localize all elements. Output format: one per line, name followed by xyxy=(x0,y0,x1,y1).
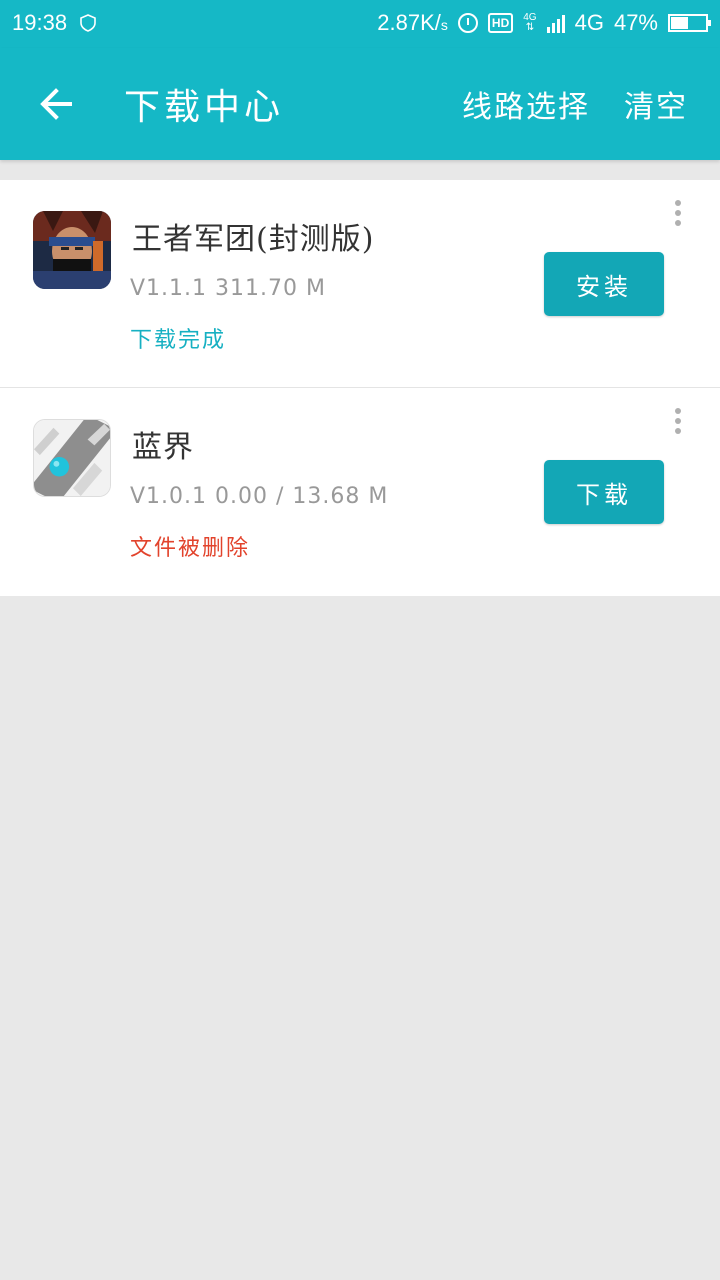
app-bar: 下载中心 线路选择 清空 xyxy=(0,48,720,160)
more-options-icon[interactable] xyxy=(670,200,686,232)
status-time: 19:38 xyxy=(12,10,68,35)
shield-icon xyxy=(80,14,96,32)
status-bar: 19:38 2.87K/s HD 4G ⇅ 4G 47% xyxy=(0,0,720,48)
install-button[interactable]: 安装 xyxy=(544,252,664,316)
download-button[interactable]: 下载 xyxy=(544,460,664,524)
version-size: V1.0.1 0.00 / 13.68 M xyxy=(130,484,389,509)
page-title: 下载中心 xyxy=(124,87,285,128)
app-name: 蓝界 xyxy=(132,430,194,465)
ninja-game-icon xyxy=(33,211,111,289)
clear-button[interactable]: 清空 xyxy=(624,82,688,126)
download-status: 文件被删除 xyxy=(130,536,251,561)
list-item[interactable]: 蓝界 V1.0.1 0.00 / 13.68 M 文件被删除 下载 xyxy=(0,388,720,596)
back-arrow-icon[interactable] xyxy=(34,82,78,126)
download-status: 下载完成 xyxy=(130,328,227,353)
network-type: 4G xyxy=(574,10,604,35)
alarm-icon xyxy=(457,13,478,33)
download-list: 王者军团(封测版) V1.1.1 311.70 M 下载完成 安装 蓝界 V1.… xyxy=(0,180,720,596)
battery-icon xyxy=(668,14,711,32)
battery-percent: 47% xyxy=(613,10,658,35)
mobile-data-icon: 4G ⇅ xyxy=(523,12,537,33)
list-item[interactable]: 王者军团(封测版) V1.1.1 311.70 M 下载完成 安装 xyxy=(0,180,720,388)
blue-ball-game-icon xyxy=(33,419,111,497)
more-options-icon[interactable] xyxy=(670,408,686,440)
hd-badge: HD xyxy=(487,13,514,33)
app-name: 王者军团(封测版) xyxy=(132,222,375,257)
route-select-button[interactable]: 线路选择 xyxy=(462,82,590,126)
network-speed: 2.87K/s xyxy=(377,10,448,35)
signal-icon xyxy=(546,13,565,33)
version-size: V1.1.1 311.70 M xyxy=(130,276,326,301)
